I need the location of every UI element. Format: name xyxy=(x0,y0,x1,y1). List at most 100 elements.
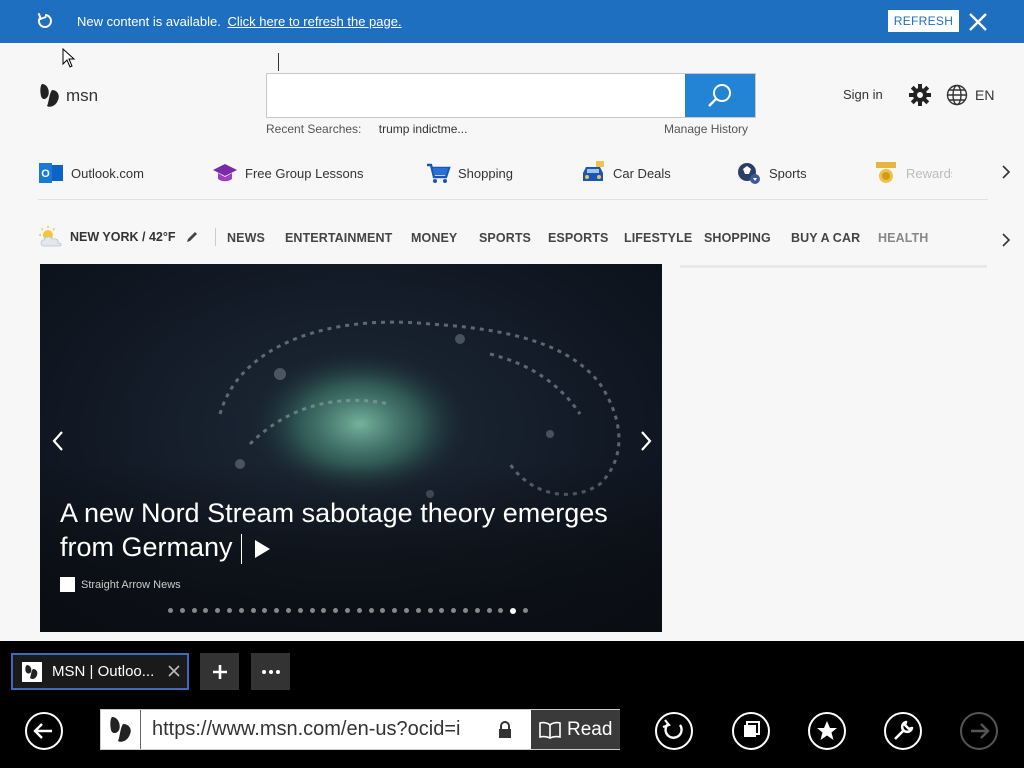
quick-links-next-icon[interactable] xyxy=(999,164,1013,180)
carousel-dot[interactable] xyxy=(203,608,209,613)
carousel-dot[interactable] xyxy=(356,608,362,613)
quick-link-car-deals[interactable]: Car Deals xyxy=(580,158,671,188)
carousel-dot[interactable] xyxy=(380,608,386,613)
quick-link-rewards[interactable]: Rewards xyxy=(873,158,952,188)
nav-news[interactable]: NEWS xyxy=(227,231,265,245)
carousel-dot[interactable] xyxy=(415,608,421,613)
globe-icon[interactable] xyxy=(946,84,968,106)
refresh-icon[interactable] xyxy=(35,11,55,31)
carousel-dot[interactable] xyxy=(451,608,457,613)
sign-in-link[interactable]: Sign in xyxy=(843,87,883,102)
recent-search-item[interactable]: trump indictme... xyxy=(379,122,468,136)
nav-esports[interactable]: ESPORTS xyxy=(548,231,608,245)
nav-sports[interactable]: SPORTS xyxy=(479,231,531,245)
carousel-dot[interactable] xyxy=(250,608,256,613)
carousel-dot[interactable] xyxy=(427,608,433,613)
back-icon[interactable] xyxy=(24,711,64,751)
carousel-dot[interactable] xyxy=(297,608,303,613)
divider xyxy=(240,533,242,564)
carousel-dot[interactable] xyxy=(321,608,327,613)
nav-lifestyle[interactable]: LIFESTYLE xyxy=(624,231,692,245)
carousel-dot[interactable] xyxy=(462,608,468,613)
pencil-icon[interactable] xyxy=(185,230,199,244)
quick-link-sports[interactable]: Sports xyxy=(736,158,807,188)
carousel-dot[interactable] xyxy=(403,608,409,613)
gear-icon[interactable] xyxy=(908,83,932,107)
url-text[interactable]: https://www.msn.com/en-us?ocid=i xyxy=(152,718,482,741)
language-selector[interactable]: EN xyxy=(975,87,994,103)
nav-shopping[interactable]: SHOPPING xyxy=(704,231,771,245)
reload-icon[interactable] xyxy=(654,711,694,751)
quick-link-free-group-lessons[interactable]: Free Group Lessons xyxy=(212,158,364,188)
carousel-dot[interactable] xyxy=(522,608,528,613)
more-icon xyxy=(261,669,280,674)
carousel-dot[interactable] xyxy=(215,608,221,613)
notification-text: New content is available. xyxy=(77,14,221,29)
nav-entertainment[interactable]: ENTERTAINMENT xyxy=(285,231,392,245)
carousel-dot[interactable] xyxy=(486,608,492,613)
recent-searches: Recent Searches: trump indictme... xyxy=(266,122,467,136)
carousel-dot[interactable] xyxy=(498,608,504,613)
refresh-link[interactable]: Click here to refresh the page. xyxy=(227,14,401,29)
book-icon xyxy=(539,721,561,739)
plus-icon xyxy=(212,664,227,679)
close-tab-icon[interactable] xyxy=(167,664,181,678)
nav-next-icon[interactable] xyxy=(999,232,1013,248)
carousel-dot[interactable] xyxy=(333,608,339,613)
carousel-dot[interactable] xyxy=(344,608,350,613)
hero-headline[interactable]: A new Nord Stream sabotage theory emerge… xyxy=(60,496,650,564)
new-tab-button[interactable] xyxy=(200,653,239,690)
browser-tab[interactable]: MSN | Outloo... xyxy=(11,653,189,690)
carousel-dot[interactable] xyxy=(474,608,480,613)
lock-icon[interactable] xyxy=(497,721,513,739)
quick-link-outlook[interactable]: O Outlook.com xyxy=(38,158,144,188)
address-field[interactable]: https://www.msn.com/en-us?ocid=i Read xyxy=(100,709,620,750)
carousel-dot[interactable] xyxy=(168,608,173,613)
carousel-dot[interactable] xyxy=(309,608,315,613)
carousel-dot[interactable] xyxy=(179,608,185,613)
graduation-cap-icon xyxy=(213,164,237,182)
pin-icon[interactable] xyxy=(731,711,771,751)
carousel-next-icon[interactable] xyxy=(632,428,658,454)
hero-carousel[interactable]: A new Nord Stream sabotage theory emerge… xyxy=(40,264,662,632)
divider xyxy=(215,228,216,246)
quick-links-bar: O Outlook.com Free Group Lessons Shoppin… xyxy=(0,158,1024,188)
msn-logo[interactable]: msn xyxy=(38,82,98,110)
play-icon[interactable] xyxy=(252,539,272,559)
search-input[interactable] xyxy=(267,74,685,117)
carousel-dot[interactable] xyxy=(439,608,445,613)
nav-money[interactable]: MONEY xyxy=(411,231,457,245)
nav-buy-a-car[interactable]: BUY A CAR xyxy=(791,231,860,245)
manage-history-link[interactable]: Manage History xyxy=(664,122,748,136)
carousel-dot[interactable] xyxy=(368,608,374,613)
nav-health[interactable]: HEALTH xyxy=(878,231,928,245)
side-panel-placeholder xyxy=(680,265,987,268)
tab-options-button[interactable] xyxy=(251,653,290,690)
carousel-dot[interactable] xyxy=(274,608,280,613)
weather-widget[interactable]: NEW YORK / 42°F xyxy=(38,226,199,248)
refresh-button[interactable]: REFRESH xyxy=(888,10,959,32)
mouse-pointer-icon xyxy=(62,48,76,68)
carousel-previous-icon[interactable] xyxy=(46,428,72,454)
carousel-dot[interactable] xyxy=(226,608,232,613)
search-button[interactable] xyxy=(685,74,755,117)
carousel-dot[interactable] xyxy=(285,608,291,613)
favorites-star-icon[interactable] xyxy=(807,711,847,751)
browser-address-bar: https://www.msn.com/en-us?ocid=i Read xyxy=(0,700,1024,768)
carousel-dot[interactable] xyxy=(510,607,517,614)
shopping-cart-icon xyxy=(427,163,451,183)
carousel-dot[interactable] xyxy=(262,608,268,613)
quick-link-label: Shopping xyxy=(458,165,513,181)
outlook-icon: O xyxy=(39,163,63,183)
quick-link-shopping[interactable]: Shopping xyxy=(425,158,513,188)
forward-icon[interactable] xyxy=(959,711,999,751)
tab-title: MSN | Outloo... xyxy=(52,663,155,680)
close-icon[interactable] xyxy=(967,11,989,33)
reading-view-button[interactable]: Read xyxy=(531,710,620,749)
carousel-dot[interactable] xyxy=(392,608,398,613)
carousel-dot[interactable] xyxy=(238,608,244,613)
carousel-dot[interactable] xyxy=(191,608,197,613)
butterfly-logo-icon xyxy=(40,84,59,107)
wrench-icon[interactable] xyxy=(883,711,923,751)
hero-headline-text[interactable]: A new Nord Stream sabotage theory emerge… xyxy=(60,498,608,562)
